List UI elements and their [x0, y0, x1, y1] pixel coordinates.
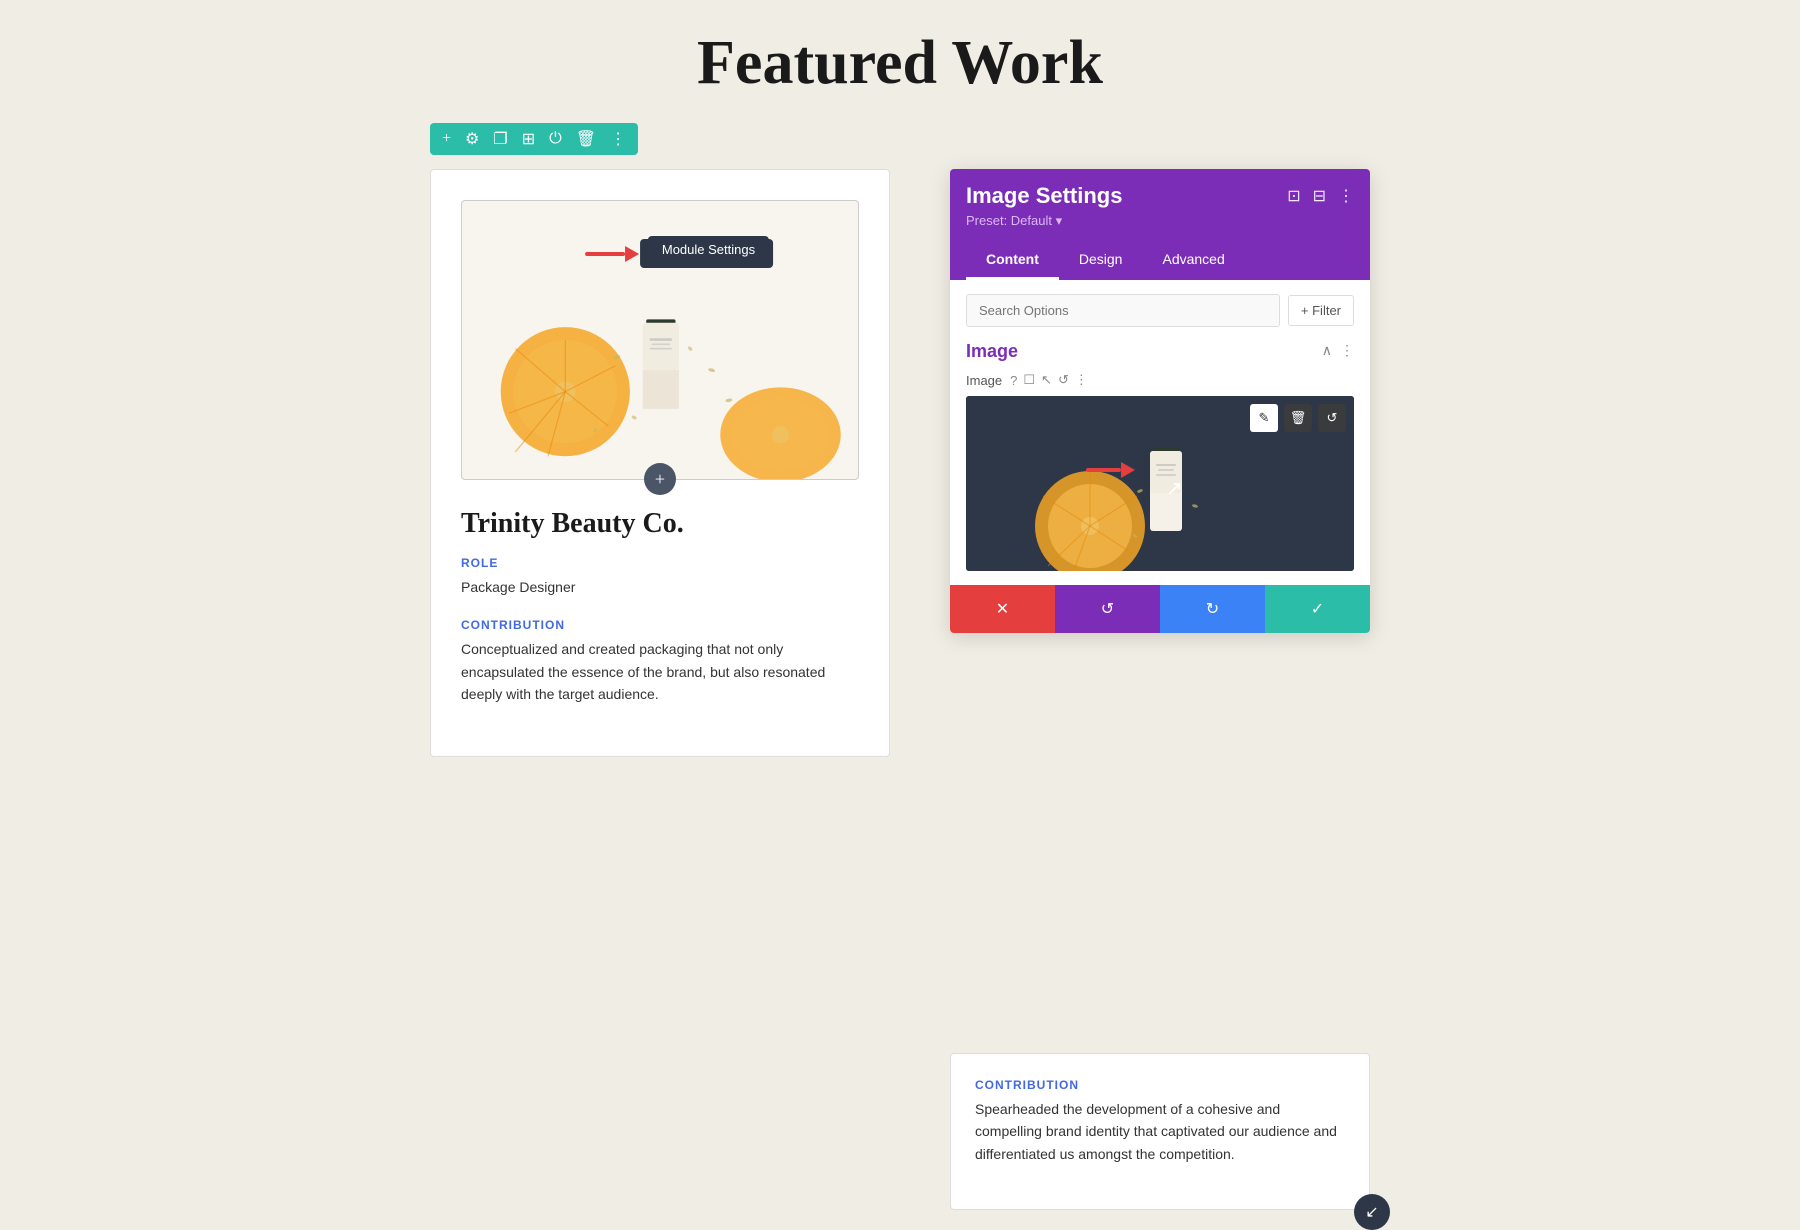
module-toolbar[interactable]: + ⚙ ❐ ⊞ ⏻ 🗑 ⋮	[430, 123, 638, 155]
image-row: Image ? ☐ ↖ ↺ ⋮	[966, 372, 1354, 388]
preview-mini-toolbar[interactable]: ✎ 🗑 ↺	[1250, 404, 1346, 432]
power-icon[interactable]: ⏻	[549, 130, 562, 148]
panel-action-bar: ✕ ↺ ↻ ✓	[950, 585, 1370, 633]
confirm-button[interactable]: ✓	[1265, 585, 1370, 633]
tab-design[interactable]: Design	[1059, 241, 1143, 280]
image-section-controls[interactable]: ∧ ⋮	[1322, 343, 1354, 360]
image-preview-area: ✎ 🗑 ↺ ↗	[966, 396, 1354, 571]
image-section-title: Image	[966, 341, 1018, 362]
right-contribution-text: Spearheaded the development of a cohesiv…	[975, 1098, 1345, 1165]
tab-content[interactable]: Content	[966, 241, 1059, 280]
cancel-button[interactable]: ✕	[950, 585, 1055, 633]
filter-button[interactable]: + Filter	[1288, 295, 1354, 326]
more-panel-icon[interactable]: ⋮	[1338, 186, 1354, 206]
right-card: CONTRIBUTION Spearheaded the development…	[950, 1053, 1370, 1210]
image-row-icons: ? ☐ ↖ ↺ ⋮	[1010, 372, 1088, 388]
contribution-text: Conceptualized and created packaging tha…	[461, 638, 859, 705]
cursor-icon[interactable]: ↖	[1041, 372, 1052, 388]
resize-handle[interactable]: ↙	[1354, 1194, 1390, 1230]
image-container: Module Settings ⚙ ❐ ⏻ 🗑 ⋮	[461, 200, 859, 480]
phone-icon[interactable]: ☐	[1023, 372, 1035, 388]
preview-undo-btn[interactable]: ↺	[1318, 404, 1346, 432]
left-card: Module Settings ⚙ ❐ ⏻ 🗑 ⋮	[430, 169, 890, 757]
add-content-button[interactable]: +	[644, 463, 676, 495]
search-options-input[interactable]	[966, 294, 1280, 327]
more-row-icon[interactable]: ⋮	[1075, 372, 1088, 388]
right-contribution-label: CONTRIBUTION	[975, 1078, 1345, 1092]
undo-button[interactable]: ↺	[1055, 585, 1160, 633]
tab-advanced[interactable]: Advanced	[1142, 241, 1244, 280]
undo-row-icon[interactable]: ↺	[1058, 372, 1069, 388]
role-label: ROLE	[461, 556, 859, 570]
role-value: Package Designer	[461, 576, 859, 598]
gear-icon[interactable]: ⚙	[465, 129, 479, 149]
fullscreen-icon[interactable]: ⊡	[1287, 186, 1300, 206]
search-row: + Filter	[966, 294, 1354, 327]
contribution-label: CONTRIBUTION	[461, 618, 859, 632]
image-row-text: Image	[966, 373, 1002, 388]
panel-header: Image Settings ⊡ ⊟ ⋮ Preset: Default ▾ C…	[950, 169, 1370, 280]
right-panel: Image Settings ⊡ ⊟ ⋮ Preset: Default ▾ C…	[950, 169, 1370, 1210]
trash-icon[interactable]: 🗑	[576, 129, 596, 149]
image-section-header: Image ∧ ⋮	[966, 341, 1354, 362]
help-icon[interactable]: ?	[1010, 373, 1017, 388]
collapse-icon[interactable]: ∧	[1322, 343, 1332, 360]
more-icon[interactable]: ⋮	[610, 129, 626, 149]
panel-body: + Filter Image ∧ ⋮ Image ? ☐	[950, 280, 1370, 585]
page-title: Featured Work	[0, 0, 1800, 119]
preview-image-bg: ✎ 🗑 ↺ ↗	[966, 396, 1354, 571]
redo-button[interactable]: ↻	[1160, 585, 1265, 633]
split-icon[interactable]: ⊟	[1313, 186, 1326, 206]
copy-icon[interactable]: ❐	[493, 129, 507, 149]
preview-red-arrow	[1086, 462, 1135, 478]
panel-tabs: Content Design Advanced	[966, 241, 1354, 280]
more-section-icon[interactable]: ⋮	[1340, 343, 1354, 360]
grid-icon[interactable]: ⊞	[522, 129, 535, 149]
add-icon[interactable]: +	[442, 130, 451, 148]
module-settings-tooltip: Module Settings	[648, 236, 769, 263]
panel-header-icons: ⊡ ⊟ ⋮	[1287, 186, 1354, 206]
image-settings-panel: Image Settings ⊡ ⊟ ⋮ Preset: Default ▾ C…	[950, 169, 1370, 633]
preview-trash-btn[interactable]: 🗑	[1284, 404, 1312, 432]
panel-preset[interactable]: Preset: Default ▾	[966, 213, 1354, 229]
card-title: Trinity Beauty Co.	[461, 508, 859, 540]
preview-edit-btn[interactable]: ✎	[1250, 404, 1278, 432]
panel-title: Image Settings	[966, 183, 1122, 209]
